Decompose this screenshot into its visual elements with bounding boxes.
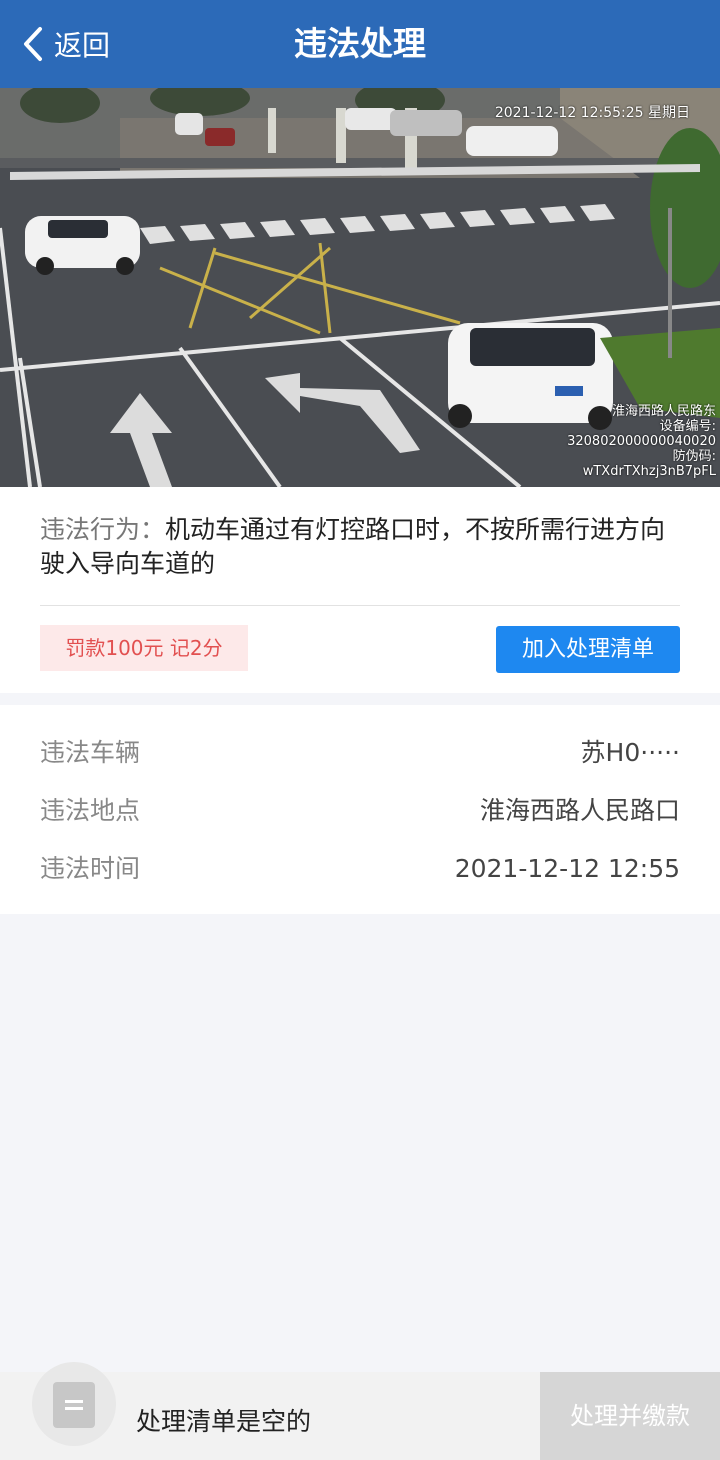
add-to-list-button[interactable]: 加入处理清单 bbox=[496, 626, 680, 673]
violation-photo[interactable]: 2021-12-12 12:55:25 星期日 淮海西路人民路东 设备编号: 3… bbox=[0, 88, 720, 487]
detail-label: 违法地点 bbox=[40, 796, 141, 825]
detail-value: 2021-12-12 12:55 bbox=[454, 854, 680, 883]
overlay-line: 防伪码: bbox=[672, 449, 716, 464]
header-bar: 返回 违法处理 bbox=[0, 0, 720, 88]
divider bbox=[40, 605, 680, 606]
detail-row-time: 违法时间 2021-12-12 12:55 bbox=[40, 849, 680, 889]
detail-value: 淮海西路人民路口 bbox=[479, 796, 680, 825]
violation-description: 违法行为：机动车通过有灯控路口时，不按所需行进方向驶入导向车道的 bbox=[40, 513, 680, 581]
overlay-line: wTXdrTXhzj3nB7pFL bbox=[582, 464, 716, 479]
violation-label: 违法行为： bbox=[40, 515, 166, 544]
penalty-badge: 罚款100元 记2分 bbox=[40, 625, 248, 671]
bottom-bar: 处理清单是空的 处理并缴款 bbox=[0, 1362, 720, 1460]
list-status-text: 处理清单是空的 bbox=[136, 1407, 312, 1436]
process-list-button[interactable] bbox=[32, 1362, 116, 1446]
detail-card: 违法车辆 苏H0····· 违法地点 淮海西路人民路口 违法时间 2021-12… bbox=[0, 705, 720, 914]
detail-value: 苏H0····· bbox=[580, 738, 680, 767]
overlay-line: 320802000000040020 bbox=[567, 434, 716, 449]
page-title: 违法处理 bbox=[294, 24, 426, 63]
photo-timestamp: 2021-12-12 12:55:25 星期日 bbox=[494, 105, 690, 121]
list-icon bbox=[53, 1382, 95, 1428]
process-and-pay-button[interactable]: 处理并缴款 bbox=[540, 1372, 720, 1460]
detail-row-vehicle: 违法车辆 苏H0····· bbox=[40, 733, 680, 773]
detail-row-location: 违法地点 淮海西路人民路口 bbox=[40, 791, 680, 831]
photo-info-overlay: 淮海西路人民路东 设备编号: 320802000000040020 防伪码: w… bbox=[567, 404, 716, 479]
detail-label: 违法车辆 bbox=[40, 738, 141, 767]
overlay-line: 设备编号: bbox=[659, 419, 716, 434]
detail-label: 违法时间 bbox=[40, 854, 141, 883]
overlay-line: 淮海西路人民路东 bbox=[611, 404, 716, 419]
violation-card: 违法行为：机动车通过有灯控路口时，不按所需行进方向驶入导向车道的 罚款100元 … bbox=[0, 487, 720, 693]
